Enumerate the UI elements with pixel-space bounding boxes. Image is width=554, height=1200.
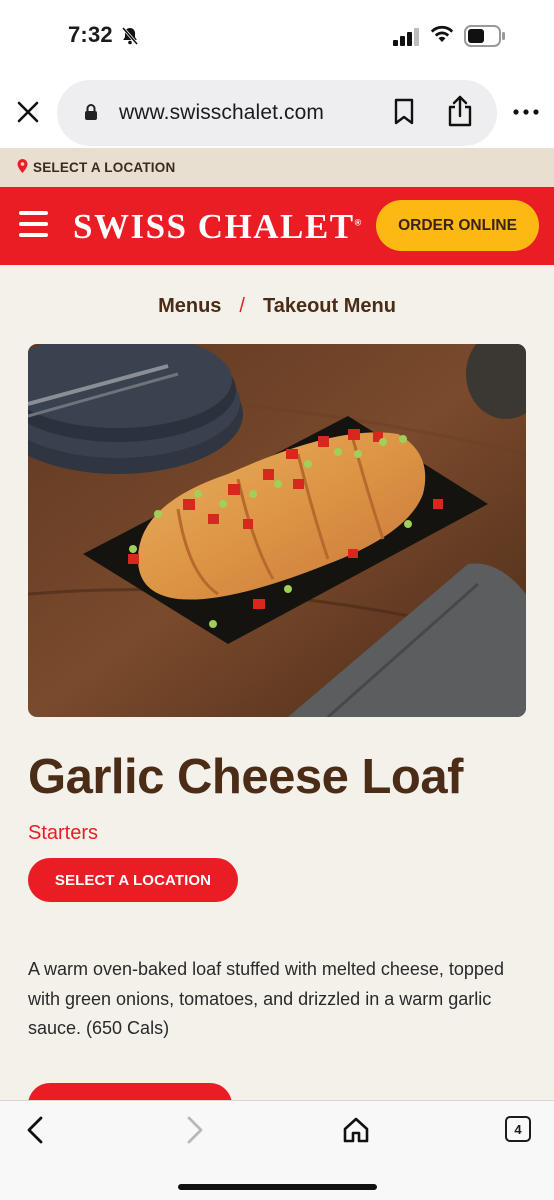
status-time: 7:32 [68, 22, 113, 47]
address-bar[interactable]: www.swisschalet.com [57, 80, 497, 146]
close-tab-button[interactable] [12, 96, 44, 128]
select-location-bar[interactable]: SELECT A LOCATION [0, 148, 554, 187]
close-icon [17, 101, 39, 123]
breadcrumb: Menus / Takeout Menu [0, 295, 554, 318]
select-location-label: SELECT A LOCATION [33, 160, 176, 175]
breadcrumb-takeout-menu-link[interactable]: Takeout Menu [263, 295, 396, 317]
browser-address-row: www.swisschalet.com [0, 76, 554, 148]
url-text: www.swisschalet.com [119, 101, 324, 124]
home-icon[interactable] [341, 1115, 371, 1145]
garlic-cheese-loaf-photo [28, 344, 526, 717]
ellipsis-icon [513, 109, 539, 115]
status-bar: 7:32 [0, 0, 554, 76]
page-content: Menus / Takeout Menu Garlic Cheese Loaf … [0, 265, 554, 1100]
cellular-signal-icon [393, 28, 419, 46]
wifi-icon [430, 25, 454, 42]
bookmark-icon[interactable] [393, 98, 415, 126]
select-location-button[interactable]: SELECT A LOCATION [28, 858, 238, 902]
logo-text: SWISS CHALET [73, 207, 355, 246]
logo-registered-mark: ® [354, 217, 363, 228]
browser-toolbar: 4 [0, 1100, 554, 1200]
site-header: SWISS CHALET® ORDER ONLINE [0, 187, 554, 265]
bell-muted-icon [121, 27, 139, 45]
more-options-button[interactable] [510, 98, 542, 126]
product-category-link[interactable]: Starters [28, 822, 98, 845]
breadcrumb-menus-link[interactable]: Menus [158, 295, 221, 317]
menu-hamburger-icon[interactable] [19, 211, 49, 241]
breadcrumb-separator: / [239, 295, 245, 317]
product-title: Garlic Cheese Loaf [28, 750, 463, 804]
share-icon[interactable] [446, 94, 474, 128]
battery-icon [464, 25, 505, 47]
back-arrow-icon[interactable] [24, 1115, 48, 1145]
product-description: A warm oven-baked loaf stuffed with melt… [28, 959, 504, 1038]
lock-icon [85, 104, 97, 120]
forward-arrow-icon[interactable] [182, 1115, 206, 1145]
home-indicator [178, 1184, 377, 1190]
swiss-chalet-logo[interactable]: SWISS CHALET® [73, 207, 363, 247]
tabs-count-button[interactable]: 4 [505, 1116, 531, 1142]
partially-visible-button[interactable] [28, 1083, 232, 1100]
order-online-button[interactable]: ORDER ONLINE [376, 200, 539, 251]
location-pin-icon [17, 159, 28, 173]
